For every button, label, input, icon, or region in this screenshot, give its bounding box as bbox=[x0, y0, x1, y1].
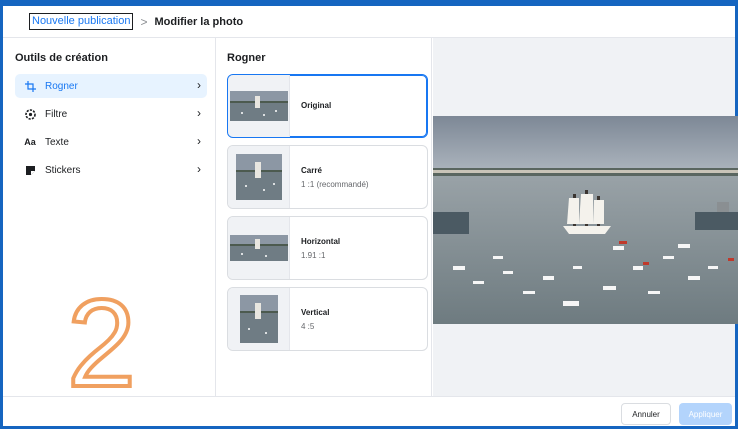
chevron-right-icon: › bbox=[197, 134, 201, 148]
photo-preview bbox=[433, 38, 738, 396]
thumbnail bbox=[228, 146, 290, 208]
sidebar-title: Outils de création bbox=[15, 52, 108, 64]
chevron-right-icon: › bbox=[197, 78, 201, 92]
sidebar-item-text[interactable]: Aa Texte › bbox=[15, 130, 207, 154]
chevron-right-icon: › bbox=[197, 162, 201, 176]
sidebar-item-label: Stickers bbox=[45, 164, 81, 176]
thumbnail bbox=[228, 288, 290, 350]
crop-panel-title: Rogner bbox=[227, 52, 266, 64]
harbor-photo bbox=[433, 116, 738, 324]
crop-option-horizontal[interactable]: Horizontal 1.91 :1 bbox=[227, 216, 428, 280]
cancel-button[interactable]: Annuler bbox=[621, 403, 671, 425]
thumbnail bbox=[228, 217, 290, 279]
crop-option-square[interactable]: Carré 1 :1 (recommandé) bbox=[227, 145, 428, 209]
crop-option-ratio: 4 :5 bbox=[301, 322, 315, 331]
sidebar-item-stickers[interactable]: Stickers › bbox=[15, 158, 207, 182]
breadcrumb: Nouvelle publication > Modifier la photo bbox=[3, 6, 735, 38]
crop-option-vertical[interactable]: Vertical 4 :5 bbox=[227, 287, 428, 351]
breadcrumb-separator: > bbox=[140, 14, 148, 29]
sidebar-item-label: Filtre bbox=[45, 108, 68, 120]
tools-sidebar: Outils de création Rogner › Filtre › Aa … bbox=[3, 38, 216, 415]
crop-option-original[interactable]: Original bbox=[227, 74, 428, 138]
page-title: Modifier la photo bbox=[154, 15, 244, 28]
crop-panel: Rogner Original Carré 1 :1 (recommandé) … bbox=[217, 38, 432, 396]
crop-option-title: Original bbox=[301, 101, 332, 110]
sidebar-item-label: Texte bbox=[45, 136, 69, 148]
apply-button[interactable]: Appliquer bbox=[679, 403, 732, 425]
crop-option-title: Horizontal bbox=[301, 237, 341, 246]
dialog-footer: Annuler Appliquer bbox=[3, 396, 735, 429]
chevron-right-icon: › bbox=[197, 106, 201, 120]
crop-option-title: Vertical bbox=[301, 308, 330, 317]
sticker-icon bbox=[23, 165, 37, 176]
crop-icon bbox=[23, 80, 37, 92]
edit-photo-window: Nouvelle publication > Modifier la photo… bbox=[0, 0, 738, 429]
sidebar-item-crop[interactable]: Rogner › bbox=[15, 74, 207, 98]
crop-option-title: Carré bbox=[301, 166, 322, 175]
step-number-annotation: 2 bbox=[65, 273, 145, 415]
text-icon: Aa bbox=[24, 137, 36, 147]
crop-option-ratio: 1 :1 (recommandé) bbox=[301, 180, 369, 189]
thumbnail bbox=[228, 75, 290, 137]
sidebar-item-label: Rogner bbox=[45, 80, 78, 92]
crop-option-ratio: 1.91 :1 bbox=[301, 251, 326, 260]
step-number-text: 2 bbox=[67, 286, 136, 396]
filter-icon bbox=[23, 108, 37, 120]
sidebar-item-filter[interactable]: Filtre › bbox=[15, 102, 207, 126]
breadcrumb-link-new-post[interactable]: Nouvelle publication bbox=[29, 13, 134, 30]
